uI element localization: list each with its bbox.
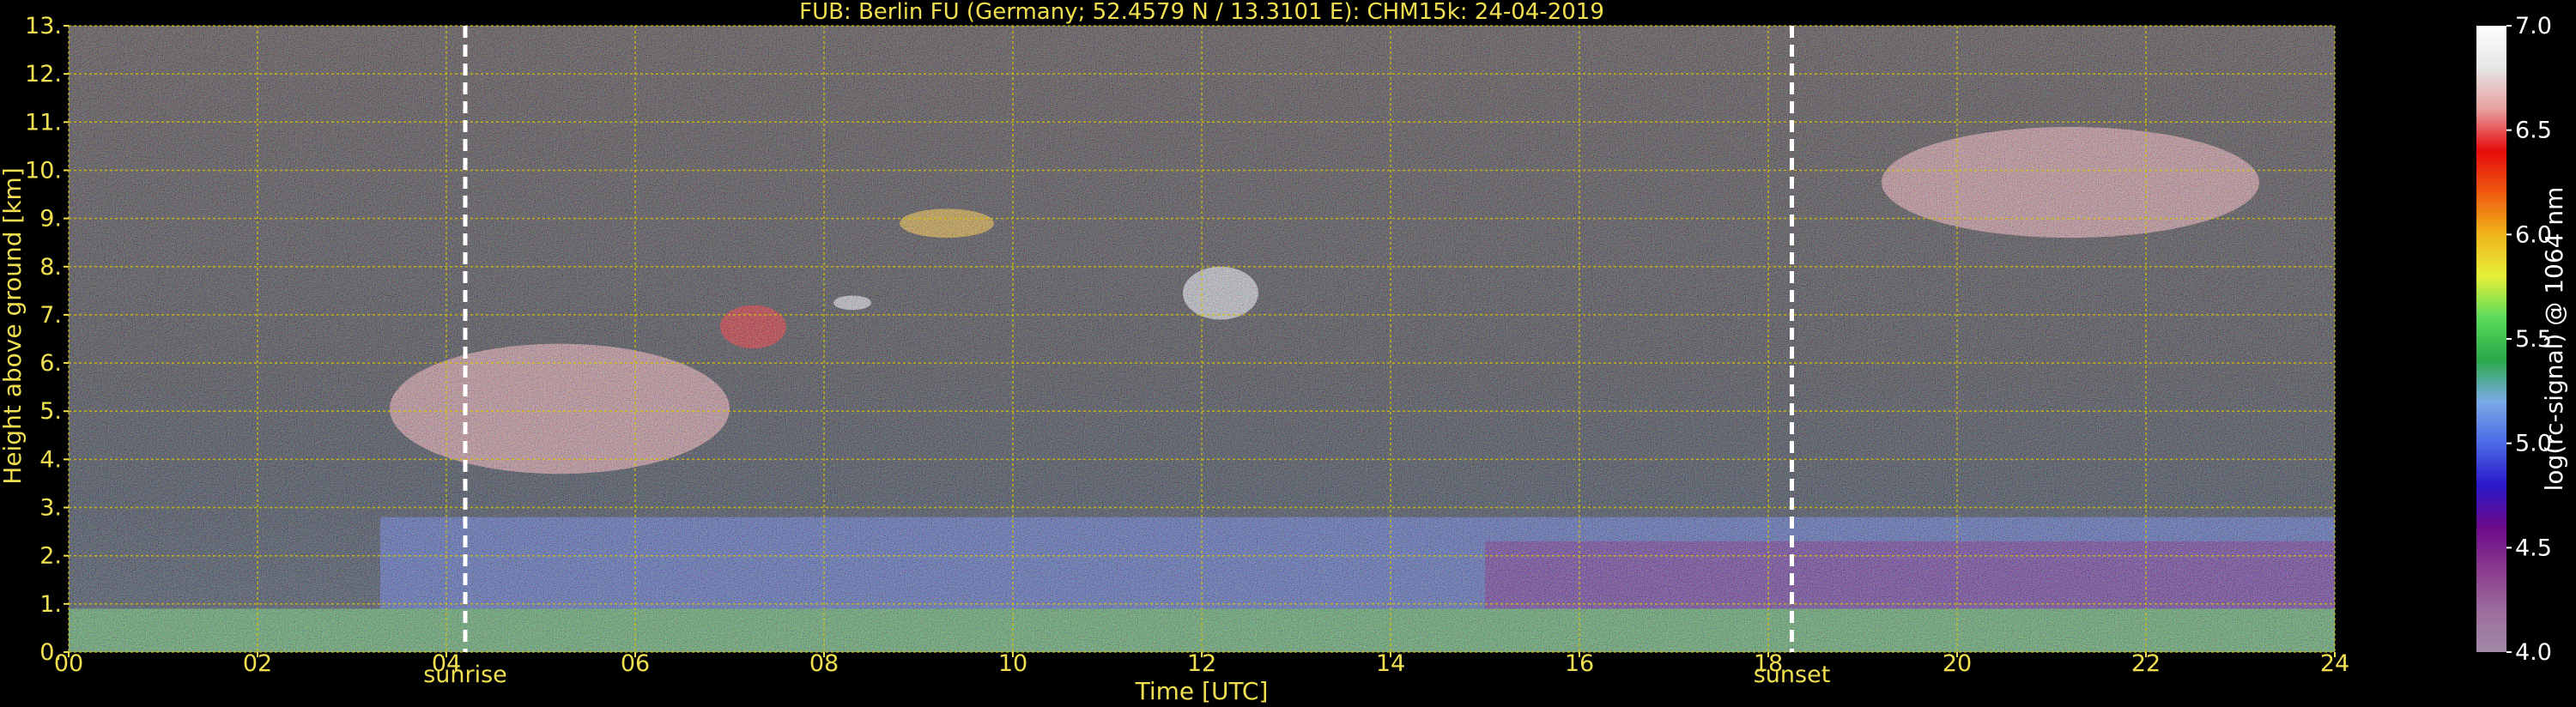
y-tick-label: 12. (25, 61, 62, 88)
chart-title: FUB: Berlin FU (Germany; 52.4579 N / 13.… (799, 0, 1604, 25)
x-tick-label: 20 (1943, 650, 1972, 677)
x-tick-label: 18 (1754, 650, 1783, 677)
y-tick-label: 0. (39, 639, 62, 666)
y-tick-label: 13. (25, 13, 62, 39)
x-tick-label: 24 (2320, 650, 2349, 677)
x-tick-label: 12 (1187, 650, 1216, 677)
x-axis-label: Time [UTC] (1135, 677, 1269, 705)
y-tick-label: 4. (39, 446, 62, 473)
y-tick-label: 5. (39, 398, 62, 425)
y-tick-label: 6. (39, 350, 62, 377)
lidar-chart: sunrise sunset00 02 04 06 08 10 12 14 16 18 20 22 24 … (0, 0, 2568, 705)
x-tick-label: 06 (621, 650, 650, 677)
plot-area (68, 25, 2336, 653)
x-tick-label: 22 (2131, 650, 2161, 677)
y-tick-label: 1. (39, 591, 62, 618)
x-tick-label: 14 (1376, 650, 1405, 677)
x-tick-label: 08 (809, 650, 839, 677)
y-tick-label: 2. (39, 543, 62, 570)
colorbar-label: log(rc-signal) @ 1064 nm (2540, 187, 2568, 492)
x-tick-label: 10 (998, 650, 1027, 677)
y-axis: 0. 1. 2. 3. 4. 5. 6. 7. 8. 9. 10. 11. 12. 13. (25, 13, 69, 666)
colorbar: 4.04.55.05.56.06.57.0 log(rc-signal) @ 1… (2476, 13, 2568, 666)
y-tick-label: 10. (25, 157, 62, 184)
y-tick-label: 9. (39, 206, 62, 233)
x-tick-label: 04 (432, 650, 461, 677)
y-axis-label: Height above ground [km] (0, 167, 27, 485)
x-tick-label: 02 (243, 650, 272, 677)
y-tick-label: 3. (39, 495, 62, 522)
colorbar-tick-label: 4.0 (2515, 639, 2552, 666)
colorbar-tick-label: 4.5 (2515, 535, 2552, 561)
colorbar-tick-label: 6.5 (2515, 118, 2552, 144)
y-tick-label: 8. (39, 254, 62, 281)
x-tick-label: 16 (1565, 650, 1594, 677)
y-tick-label: 7. (39, 302, 62, 329)
y-tick-label: 11. (25, 109, 62, 136)
colorbar-tick-label: 7.0 (2515, 13, 2552, 39)
colorbar-scale (2476, 26, 2506, 652)
